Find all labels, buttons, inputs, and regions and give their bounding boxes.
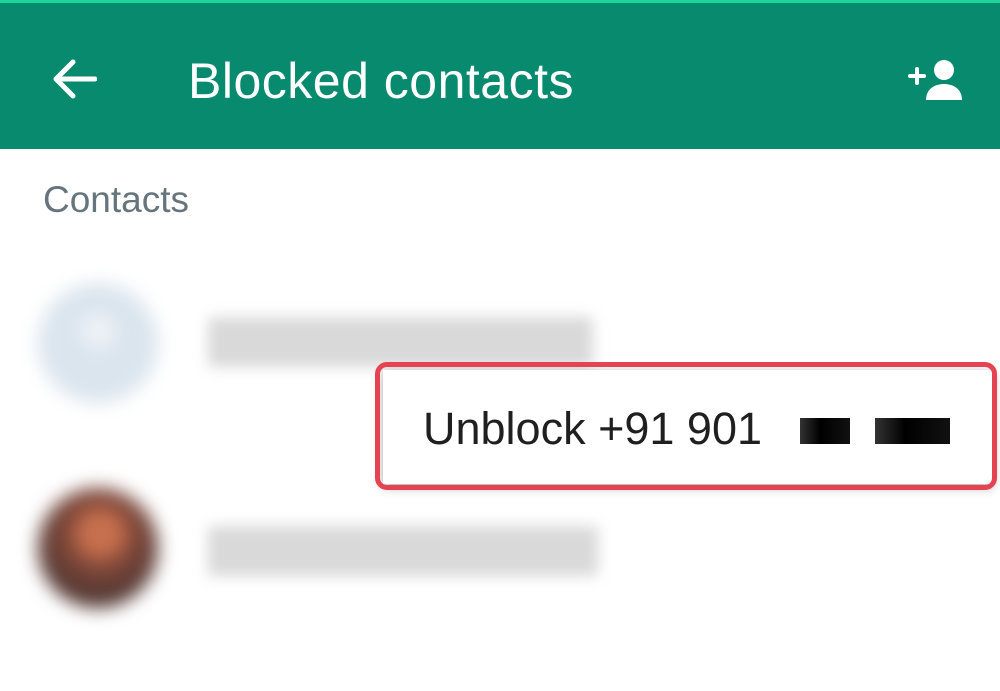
contact-row[interactable] <box>0 478 1000 608</box>
arrow-back-icon <box>53 59 97 99</box>
add-blocked-contact-button[interactable] <box>900 48 972 112</box>
avatar <box>38 283 158 403</box>
unblock-menu-item[interactable]: Unblock +91 901 <box>423 403 762 455</box>
page-title: Blocked contacts <box>188 53 574 109</box>
avatar <box>38 488 158 608</box>
blocked-contacts-screen: Blocked contacts Contacts Unblock +91 90… <box>0 0 1000 691</box>
add-person-icon <box>908 60 962 100</box>
section-header-contacts: Contacts <box>43 179 190 220</box>
app-bar: Blocked contacts <box>0 0 1000 149</box>
contact-name-redacted <box>208 526 598 576</box>
phone-number-redaction <box>800 418 850 444</box>
contact-name-redacted <box>208 317 593 367</box>
back-button[interactable] <box>44 49 104 109</box>
phone-number-redaction <box>875 418 950 444</box>
